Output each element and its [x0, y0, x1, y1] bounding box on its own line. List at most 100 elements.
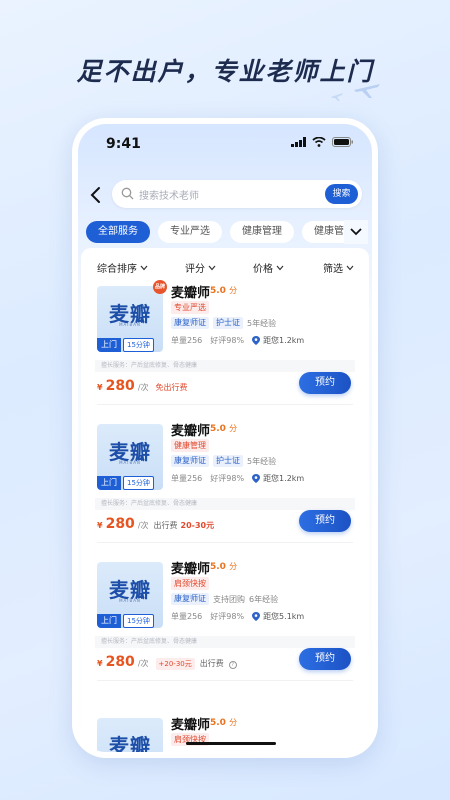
airplane-icon: [354, 84, 380, 98]
cert-list: 康复师证 支持团购 6年经验: [171, 593, 278, 605]
filter-rating[interactable]: 评分: [185, 260, 216, 275]
teacher-stats: 单量256 好评98% 距您1.2km: [171, 335, 304, 346]
book-button[interactable]: 预约: [299, 510, 351, 532]
search-row: 搜索技术老师 搜索: [78, 180, 372, 210]
teacher-card[interactable]: 麦瓣 MAIBAN 上门 15分钟 品牌 麦瓣师 5.0 分 专业严选 康复师证…: [91, 280, 359, 410]
experience: 5年经验: [247, 456, 277, 466]
teacher-list: 综合排序 评分 价格 筛选 麦瓣 MAIBAN 上门 15分钟 品牌 麦瓣师 5…: [81, 248, 369, 752]
arrival-time: 15分钟: [123, 614, 154, 628]
filter-sort[interactable]: 综合排序: [97, 260, 148, 275]
score-value: 5.0: [210, 718, 226, 728]
book-button[interactable]: 预约: [299, 372, 351, 394]
search-button[interactable]: 搜索: [325, 184, 358, 204]
visit-label: 上门: [97, 614, 121, 628]
cert-badge: 护士证: [213, 455, 243, 467]
book-button[interactable]: 预约: [299, 648, 351, 670]
cert-badge: 护士证: [213, 317, 243, 329]
travel-fee-chip: +20-30元: [155, 658, 195, 670]
teacher-score: 5.0 分: [210, 423, 237, 434]
price-row: ¥ 280 /次 免出行费: [97, 378, 188, 394]
teacher-avatar: 麦瓣 MAIBAN 上门 15分钟: [97, 562, 163, 628]
order-count: 单量256: [171, 336, 203, 345]
avatar-logo-sub: MAIBAN: [119, 598, 141, 603]
price-unit: /次: [137, 659, 149, 668]
teacher-card[interactable]: 麦瓣 麦瓣师 5.0 分 肩颈快按: [91, 712, 359, 752]
currency: ¥: [97, 383, 103, 392]
tab-health[interactable]: 健康管理: [230, 221, 294, 243]
filter-price[interactable]: 价格: [253, 260, 284, 275]
search-input[interactable]: 搜索技术老师 搜索: [112, 180, 362, 208]
teacher-name: 麦瓣师: [171, 424, 211, 439]
help-icon[interactable]: ?: [228, 661, 237, 669]
currency: ¥: [97, 659, 103, 668]
cert-badge: 康复师证: [171, 593, 209, 605]
price-row: ¥ 280 /次 出行费 20-30元: [97, 516, 214, 532]
distance-value: 距您1.2km: [263, 336, 305, 345]
brand-badge-icon: 品牌: [153, 280, 167, 294]
teacher-card[interactable]: 麦瓣 MAIBAN 上门 15分钟 麦瓣师 5.0 分 肩颈快按 康复师证 支持…: [91, 556, 359, 686]
filter-bar: 综合排序 评分 价格 筛选: [81, 256, 369, 280]
score-value: 5.0: [210, 424, 226, 434]
score-unit: 分: [229, 562, 238, 571]
visit-label: 上门: [97, 338, 121, 352]
distance: 距您1.2km: [252, 335, 304, 346]
filter-more[interactable]: 筛选: [323, 260, 354, 275]
back-arrow-icon[interactable]: [88, 186, 104, 204]
category-tabs: 全部服务 专业严选 健康管理 健康管理: [86, 221, 372, 245]
score-value: 5.0: [210, 562, 226, 572]
avatar-logo-sub: MAIBAN: [119, 322, 141, 327]
filter-sort-label: 综合排序: [97, 264, 137, 275]
group-buy-support: 支持团购: [213, 594, 245, 604]
divider: [97, 404, 353, 405]
tab-selected[interactable]: 专业严选: [158, 221, 222, 243]
airplane-small-icon: [331, 93, 343, 101]
battery-icon: [332, 137, 353, 147]
positive-rate: 好评98%: [210, 336, 245, 345]
filter-price-label: 价格: [253, 264, 273, 275]
cert-list: 康复师证 护士证 5年经验: [171, 455, 276, 467]
chevron-down-icon: [346, 265, 354, 270]
cert-badge: 康复师证: [171, 317, 209, 329]
order-count: 单量256: [171, 612, 203, 621]
app-screen: 9:41 搜索技术老师 搜索 全部服务 专业严选 健康管理 健康管理 综合排序 …: [78, 124, 372, 752]
experience: 5年经验: [247, 318, 277, 328]
travel-fee-label: 出行费: [199, 659, 224, 668]
location-pin-icon: [252, 336, 261, 345]
avatar-logo-text: 麦瓣: [109, 734, 151, 752]
signal-icon: [291, 137, 306, 147]
experience: 6年经验: [249, 594, 279, 604]
teacher-avatar: 麦瓣: [97, 718, 163, 752]
visit-badge: 上门 15分钟: [97, 338, 154, 352]
skills-text: 擅长服务：产后盆底修复、骨态健康: [95, 498, 355, 510]
skills-text: 擅长服务：产后盆底修复、骨态健康: [95, 360, 355, 372]
service-tag: 专业严选: [171, 301, 209, 314]
status-icons: [291, 137, 354, 147]
filter-more-label: 筛选: [323, 264, 343, 275]
divider: [97, 680, 353, 681]
tabs-expand-button[interactable]: [344, 220, 368, 244]
distance-value: 距您1.2km: [263, 474, 305, 483]
price-unit: /次: [137, 521, 149, 530]
score-value: 5.0: [210, 286, 226, 296]
chevron-down-icon: [208, 265, 216, 270]
arrival-time: 15分钟: [123, 338, 154, 352]
travel-fee-range: 20-30元: [180, 521, 215, 530]
distance: 距您5.1km: [252, 611, 304, 622]
chevron-down-icon: [276, 265, 284, 270]
score-unit: 分: [229, 718, 238, 727]
teacher-score: 5.0 分: [210, 717, 237, 728]
divider: [97, 542, 353, 543]
visit-badge: 上门 15分钟: [97, 614, 154, 628]
teacher-stats: 单量256 好评98% 距您5.1km: [171, 611, 304, 622]
tab-all-services[interactable]: 全部服务: [86, 221, 150, 243]
order-count: 单量256: [171, 474, 203, 483]
teacher-name: 麦瓣师: [171, 562, 211, 577]
teacher-card[interactable]: 麦瓣 MAIBAN 上门 15分钟 麦瓣师 5.0 分 健康管理 康复师证 护士…: [91, 418, 359, 548]
cert-list: 康复师证 护士证 5年经验: [171, 317, 276, 329]
headline: 足不出户，专业老师上门: [76, 57, 374, 86]
travel-fee-label: 出行费: [153, 521, 178, 530]
visit-badge: 上门 15分钟: [97, 476, 154, 490]
location-pin-icon: [252, 474, 261, 483]
arrival-time: 15分钟: [123, 476, 154, 490]
service-tag: 健康管理: [171, 439, 209, 452]
